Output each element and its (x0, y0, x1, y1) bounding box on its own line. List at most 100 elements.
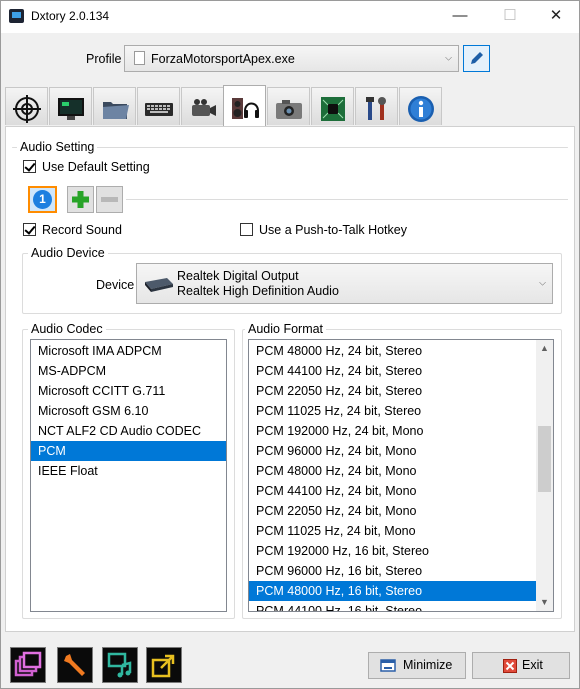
close-window-button[interactable]: ✕ (533, 1, 579, 32)
tab-audio[interactable] (223, 85, 266, 127)
minimize-window-icon (380, 659, 396, 672)
monitor-icon (58, 98, 84, 120)
audio-codec-group-label: Audio Codec (28, 322, 106, 336)
tab-screenshot[interactable] (267, 87, 310, 125)
video-camera-icon (192, 99, 216, 116)
push-to-talk-checkbox[interactable] (240, 223, 253, 236)
add-stream-button[interactable] (67, 186, 94, 213)
device-name-line1: Realtek Digital Output (177, 269, 299, 283)
tab-folder[interactable] (93, 87, 136, 125)
stream-number-badge: 1 (33, 190, 52, 209)
scroll-thumb[interactable] (538, 426, 551, 492)
exit-button[interactable]: Exit (472, 652, 570, 679)
folder-icon (103, 102, 129, 119)
tools-icon (366, 97, 386, 120)
tab-general[interactable] (5, 87, 48, 125)
codec-list-item[interactable]: Microsoft IMA ADPCM (31, 341, 226, 361)
device-label: Device (96, 278, 135, 292)
pencil-icon (471, 52, 483, 64)
plus-icon (72, 191, 89, 208)
codec-list-item[interactable]: Microsoft CCITT G.711 (31, 381, 226, 401)
codec-list-item[interactable]: IEEE Float (31, 461, 226, 481)
format-scrollbar[interactable]: ▲ ▼ (536, 340, 553, 611)
keyboard-icon (145, 103, 173, 116)
tab-strip (1, 85, 579, 127)
maximize-window-button[interactable]: ☐ (487, 1, 533, 32)
format-list-item[interactable]: PCM 96000 Hz, 16 bit, Stereo (249, 561, 536, 581)
chip-icon (321, 97, 345, 121)
music-display-icon (107, 652, 132, 678)
use-default-checkbox[interactable] (23, 160, 36, 173)
profile-select[interactable]: ForzaMotorsportApex.exe ⌵ (124, 45, 459, 72)
codec-list-item[interactable]: Microsoft GSM 6.10 (31, 401, 226, 421)
format-list-item[interactable]: PCM 11025 Hz, 24 bit, Stereo (249, 401, 536, 421)
format-list-item[interactable]: PCM 44100 Hz, 24 bit, Stereo (249, 361, 536, 381)
audio-device-group-label: Audio Device (28, 246, 108, 260)
stream-divider (126, 199, 568, 200)
minimize-label: Minimize (403, 658, 453, 672)
app-window: Dxtory 2.0.134 — ☐ ✕ Profile ForzaMotors… (0, 0, 580, 689)
tab-movie[interactable] (181, 87, 224, 125)
windows-icon (14, 651, 42, 677)
sound-card-icon (145, 278, 173, 292)
record-sound-label: Record Sound (42, 223, 122, 237)
photo-camera-icon (276, 100, 302, 119)
scroll-down-icon[interactable]: ▼ (536, 594, 553, 611)
audio-setting-group-label: Audio Setting (17, 140, 98, 154)
info-icon (408, 96, 434, 122)
tab-info[interactable] (399, 87, 442, 125)
app-logo-icon (9, 9, 24, 23)
file-icon (134, 51, 145, 65)
codec-list-item[interactable]: MS-ADPCM (31, 361, 226, 381)
audio-format-list[interactable]: PCM 44100 Hz, 16 bit, Stereo PCM 48000 Hz… (248, 339, 554, 612)
codec-list-item[interactable]: NCT ALF2 CD Audio CODEC (31, 421, 226, 441)
tab-display[interactable] (49, 87, 92, 125)
format-list-item[interactable]: PCM 44100 Hz, 16 bit, Stereo (249, 601, 536, 611)
codec-list-item[interactable]: PCM (31, 441, 226, 461)
audio-format-group-label: Audio Format (245, 322, 327, 336)
minimize-window-button[interactable]: — (437, 1, 483, 32)
minus-icon (101, 197, 118, 202)
format-list-item[interactable]: PCM 11025 Hz, 24 bit, Mono (249, 521, 536, 541)
format-list-item[interactable]: PCM 48000 Hz, 24 bit, Mono (249, 461, 536, 481)
wrench-icon (64, 654, 85, 676)
push-to-talk-label: Use a Push-to-Talk Hotkey (259, 223, 407, 237)
close-icon (503, 659, 517, 673)
scroll-up-icon[interactable]: ▲ (536, 340, 553, 357)
chevron-down-icon: ⌵ (445, 51, 452, 62)
tab-hotkey[interactable] (137, 87, 180, 125)
bottom-bar: Minimize Exit (1, 633, 579, 688)
tab-advanced[interactable] (311, 87, 354, 125)
device-select[interactable]: Realtek Digital Output Realtek High Defi… (136, 263, 553, 304)
format-list-item[interactable]: PCM 44100 Hz, 24 bit, Mono (249, 481, 536, 501)
audio-tools-button[interactable] (102, 647, 138, 683)
title-bar: Dxtory 2.0.134 — ☐ ✕ (1, 1, 579, 33)
format-list-item[interactable]: PCM 48000 Hz, 24 bit, Stereo (249, 341, 536, 361)
profile-value: ForzaMotorsportApex.exe (151, 52, 295, 66)
format-list-item[interactable]: PCM 192000 Hz, 16 bit, Stereo (249, 541, 536, 561)
stream-1-button[interactable]: 1 (28, 186, 57, 213)
tools-button[interactable] (57, 647, 93, 683)
chevron-down-icon: ⌵ (539, 276, 546, 287)
record-sound-checkbox[interactable] (23, 223, 36, 236)
format-list-item[interactable]: PCM 192000 Hz, 24 bit, Mono (249, 421, 536, 441)
edit-profile-button[interactable] (463, 45, 490, 72)
export-icon (151, 654, 175, 678)
format-list-item[interactable]: PCM 22050 Hz, 24 bit, Stereo (249, 381, 536, 401)
window-title: Dxtory 2.0.134 (31, 9, 110, 23)
format-list-item[interactable]: PCM 96000 Hz, 24 bit, Mono (249, 441, 536, 461)
minimize-button[interactable]: Minimize (368, 652, 466, 679)
export-button[interactable] (146, 647, 182, 683)
crosshair-icon (13, 95, 41, 123)
format-list-item[interactable]: PCM 22050 Hz, 24 bit, Mono (249, 501, 536, 521)
profile-label: Profile (86, 52, 122, 66)
audio-panel: Audio Setting Use Default Setting 1 Reco… (5, 126, 575, 632)
device-name-line2: Realtek High Definition Audio (177, 284, 339, 298)
overlay-button[interactable] (10, 647, 46, 683)
format-list-item[interactable]: PCM 48000 Hz, 16 bit, Stereo (249, 581, 536, 601)
audio-icon (232, 98, 259, 119)
exit-label: Exit (522, 658, 543, 672)
audio-codec-list[interactable]: IEEE Float PCM NCT ALF2 CD Audio CODEC Micr… (30, 339, 227, 612)
remove-stream-button[interactable] (96, 186, 123, 213)
tab-settings[interactable] (355, 87, 398, 125)
